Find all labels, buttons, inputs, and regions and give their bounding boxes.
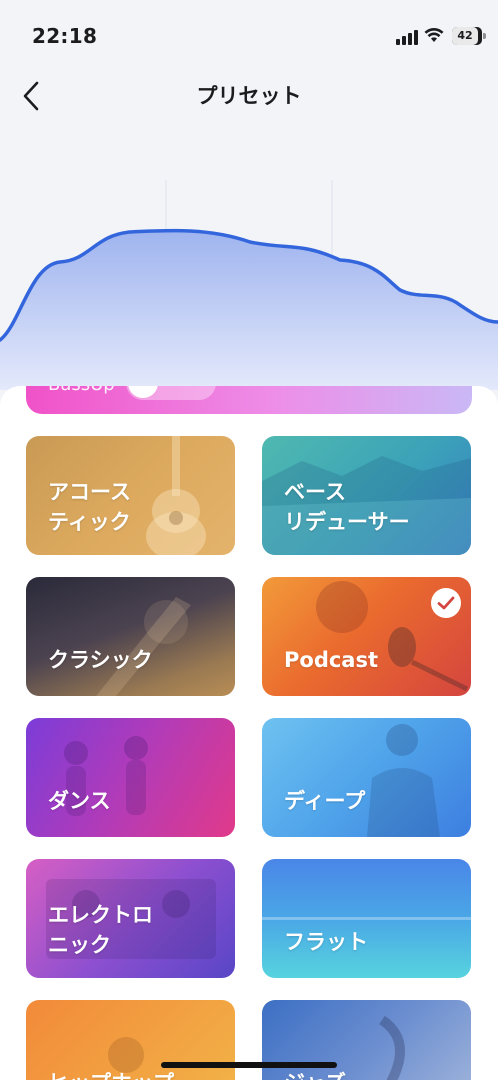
home-indicator[interactable] (161, 1062, 337, 1068)
preset-sheet: BassUp アコース ティック ベース リデューサー クラシック (0, 386, 498, 1080)
preset-card-deep[interactable]: ディープ (262, 718, 471, 837)
preset-card-electronic[interactable]: エレクトロ ニック (26, 859, 235, 978)
preset-label: ヒップホップ (48, 1068, 225, 1080)
preset-label: BassUp (48, 386, 115, 395)
preset-card-jazz[interactable]: ジャズ (262, 1000, 471, 1080)
preset-label: エレクトロ ニック (48, 903, 153, 957)
preset-label: ディープ (284, 789, 366, 813)
violin-icon (96, 597, 191, 696)
preset-label: フラット (284, 930, 368, 954)
preset-card-podcast[interactable]: Podcast (262, 577, 471, 696)
preset-card-bass-reducer[interactable]: ベース リデューサー (262, 436, 471, 555)
page-title: プリセット (196, 84, 302, 108)
preset-label: ダンス (48, 789, 111, 813)
listener-icon (367, 724, 440, 837)
preset-card-acoustic[interactable]: アコース ティック (26, 436, 235, 555)
battery-tip (483, 33, 486, 39)
status-time: 22:18 (32, 24, 98, 48)
preset-card-bassup[interactable]: BassUp (26, 386, 472, 414)
eq-curve-graph (0, 180, 498, 390)
preset-label: ベース リデューサー (284, 480, 410, 534)
preset-toggle[interactable] (126, 386, 216, 400)
status-bar: 22:18 42 (0, 0, 498, 70)
check-icon (431, 588, 461, 618)
eq-curve-fill (0, 230, 498, 390)
preset-label: アコース ティック (48, 480, 131, 534)
battery-icon: 42 (452, 27, 482, 45)
preset-card-hiphop[interactable]: ヒップホップ (26, 1000, 235, 1080)
preset-card-dance[interactable]: ダンス (26, 718, 235, 837)
dancers-icon (64, 736, 148, 816)
preset-card-flat[interactable]: フラット (262, 859, 471, 978)
battery-level: 42 (452, 27, 478, 45)
preset-label: Podcast (284, 648, 379, 672)
cellular-signal-icon (396, 30, 418, 45)
preset-label: ジャズ (284, 1068, 461, 1080)
wifi-icon (424, 27, 444, 42)
preset-card-classic[interactable]: クラシック (26, 577, 235, 696)
preset-label: クラシック (48, 648, 153, 672)
horizon-icon (262, 917, 471, 920)
